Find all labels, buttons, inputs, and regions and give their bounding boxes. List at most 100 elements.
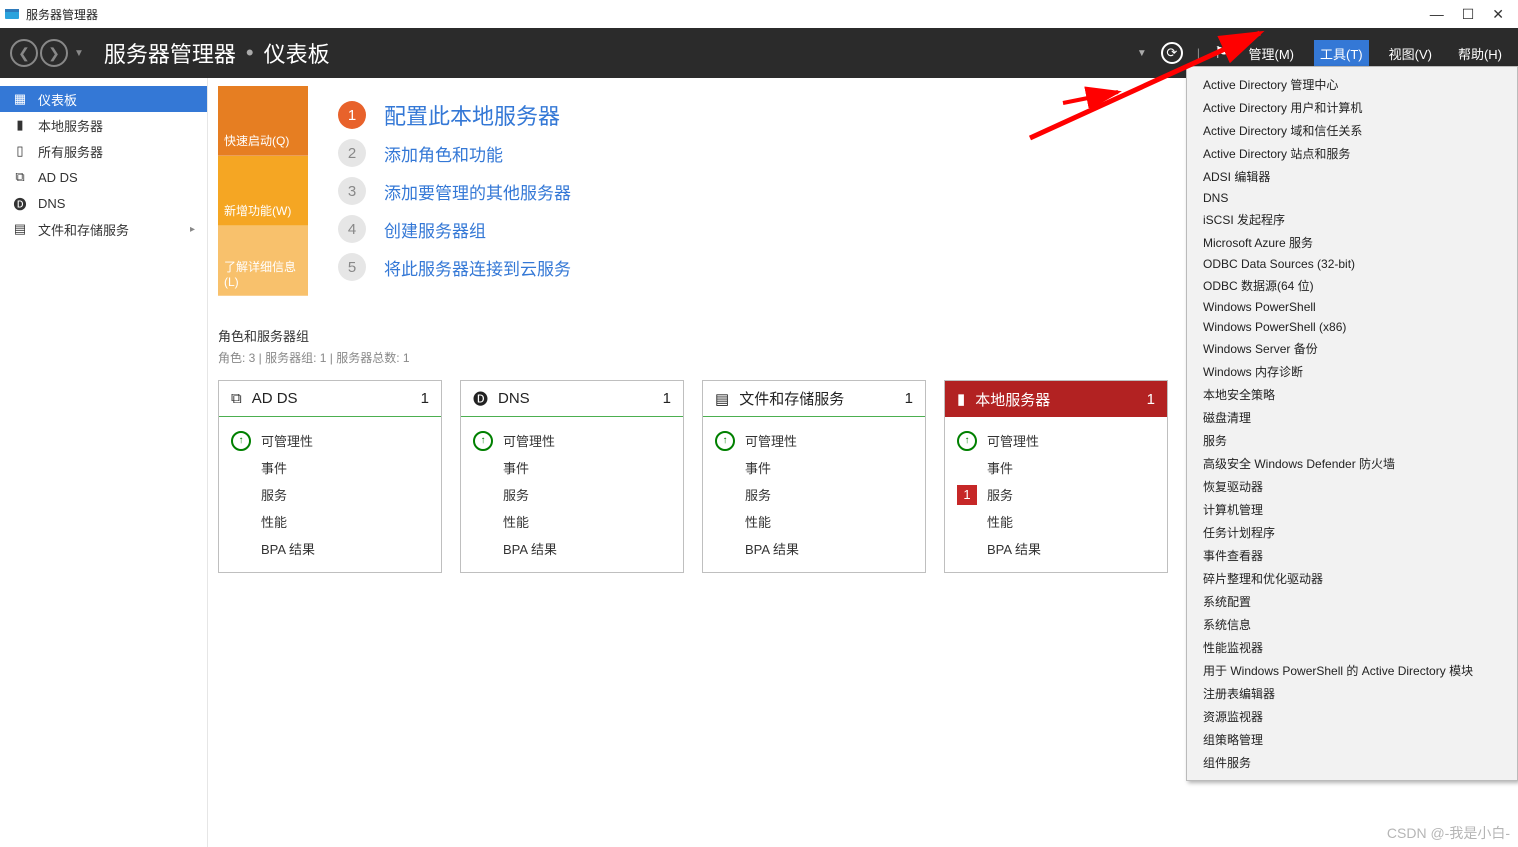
notifications-flag-icon[interactable]: ⚑ bbox=[1214, 43, 1228, 63]
tools-menu-item-2[interactable]: Active Directory 域和信任关系 bbox=[1187, 119, 1517, 142]
tools-menu-item-22[interactable]: 碎片整理和优化驱动器 bbox=[1187, 567, 1517, 590]
sidebar-item-label: AD DS bbox=[38, 170, 78, 185]
tile-count: 1 bbox=[905, 390, 913, 407]
status-ok-icon: ↑ bbox=[473, 431, 493, 451]
tools-menu-item-6[interactable]: iSCSI 发起程序 bbox=[1187, 208, 1517, 231]
role-tile-0[interactable]: ⧉AD DS1 ↑可管理性事件服务性能BPA 结果 bbox=[218, 380, 442, 573]
tools-menu-item-23[interactable]: 系统配置 bbox=[1187, 590, 1517, 613]
tile-row[interactable]: 服务 bbox=[231, 481, 429, 508]
tools-menu-item-15[interactable]: 磁盘清理 bbox=[1187, 406, 1517, 429]
step-label: 添加要管理的其他服务器 bbox=[384, 179, 571, 204]
tools-menu-item-18[interactable]: 恢复驱动器 bbox=[1187, 475, 1517, 498]
menu-tools[interactable]: 工具(T) bbox=[1314, 40, 1369, 67]
tools-menu-item-27[interactable]: 注册表编辑器 bbox=[1187, 682, 1517, 705]
close-button[interactable]: ✕ bbox=[1492, 6, 1504, 23]
tile-row[interactable]: BPA 结果 bbox=[231, 535, 429, 562]
sidebar-item-5[interactable]: ▤文件和存储服务▸ bbox=[0, 216, 207, 242]
tools-menu-item-16[interactable]: 服务 bbox=[1187, 429, 1517, 452]
tools-menu-item-10[interactable]: Windows PowerShell bbox=[1187, 297, 1517, 317]
tile-row[interactable]: ↑可管理性 bbox=[473, 427, 671, 454]
welcome-tab-0[interactable]: 快速启动(Q) bbox=[218, 86, 308, 156]
menu-view[interactable]: 视图(V) bbox=[1383, 40, 1438, 67]
tile-row[interactable]: 事件 bbox=[715, 454, 913, 481]
sidebar-item-0[interactable]: ▦仪表板 bbox=[0, 86, 207, 112]
tools-menu-item-3[interactable]: Active Directory 站点和服务 bbox=[1187, 142, 1517, 165]
tools-menu-item-29[interactable]: 组策略管理 bbox=[1187, 728, 1517, 751]
tools-menu-item-12[interactable]: Windows Server 备份 bbox=[1187, 337, 1517, 360]
tile-row[interactable]: 性能 bbox=[473, 508, 671, 535]
tools-menu-item-4[interactable]: ADSI 编辑器 bbox=[1187, 165, 1517, 188]
tile-row[interactable]: 服务 bbox=[715, 481, 913, 508]
tools-menu-item-1[interactable]: Active Directory 用户和计算机 bbox=[1187, 96, 1517, 119]
tile-row[interactable]: BPA 结果 bbox=[715, 535, 913, 562]
tile-header: ⧉AD DS1 bbox=[219, 381, 441, 417]
minimize-button[interactable]: — bbox=[1430, 6, 1444, 23]
role-tile-2[interactable]: ▤文件和存储服务1↑可管理性事件服务性能BPA 结果 bbox=[702, 380, 926, 573]
status-ok-icon: ↑ bbox=[957, 431, 977, 451]
nav-forward-button[interactable]: ❯ bbox=[40, 39, 68, 67]
step-number: 4 bbox=[338, 215, 366, 243]
welcome-tab-1[interactable]: 新增功能(W) bbox=[218, 156, 308, 226]
tile-row[interactable]: 性能 bbox=[957, 508, 1155, 535]
topbar-dropdown-icon[interactable]: ▼ bbox=[1137, 48, 1147, 59]
sidebar-item-2[interactable]: ▯所有服务器 bbox=[0, 138, 207, 164]
tools-menu-item-24[interactable]: 系统信息 bbox=[1187, 613, 1517, 636]
tile-row[interactable]: 事件 bbox=[957, 454, 1155, 481]
tools-menu-item-14[interactable]: 本地安全策略 bbox=[1187, 383, 1517, 406]
nav-dropdown-icon[interactable]: ▼ bbox=[74, 48, 84, 59]
tools-menu-item-26[interactable]: 用于 Windows PowerShell 的 Active Directory… bbox=[1187, 659, 1517, 682]
tools-menu-item-19[interactable]: 计算机管理 bbox=[1187, 498, 1517, 521]
status-ok-icon: ↑ bbox=[715, 431, 735, 451]
tools-menu-item-30[interactable]: 组件服务 bbox=[1187, 751, 1517, 774]
tools-menu-item-5[interactable]: DNS bbox=[1187, 188, 1517, 208]
tools-menu-item-11[interactable]: Windows PowerShell (x86) bbox=[1187, 317, 1517, 337]
sidebar-item-1[interactable]: ▮本地服务器 bbox=[0, 112, 207, 138]
tile-row-label: 服务 bbox=[261, 485, 287, 504]
watermark: CSDN @-我是小白- bbox=[1387, 823, 1510, 843]
tile-row[interactable]: BPA 结果 bbox=[957, 535, 1155, 562]
maximize-button[interactable]: ☐ bbox=[1462, 6, 1475, 23]
tile-row[interactable]: 1服务 bbox=[957, 481, 1155, 508]
sidebar-icon: 🅓 bbox=[12, 194, 28, 213]
tools-menu-item-0[interactable]: Active Directory 管理中心 bbox=[1187, 73, 1517, 96]
tile-header: 🅓DNS1 bbox=[461, 381, 683, 417]
tools-menu-item-20[interactable]: 任务计划程序 bbox=[1187, 521, 1517, 544]
tools-menu-item-7[interactable]: Microsoft Azure 服务 bbox=[1187, 231, 1517, 254]
menu-manage[interactable]: 管理(M) bbox=[1243, 40, 1301, 67]
tile-row[interactable]: ↑ 可管理性 bbox=[957, 427, 1155, 454]
menu-help[interactable]: 帮助(H) bbox=[1452, 40, 1508, 67]
tools-menu-item-28[interactable]: 资源监视器 bbox=[1187, 705, 1517, 728]
tools-menu-item-17[interactable]: 高级安全 Windows Defender 防火墙 bbox=[1187, 452, 1517, 475]
sidebar-item-3[interactable]: ⧉AD DS bbox=[0, 164, 207, 190]
tile-row-label: BPA 结果 bbox=[503, 539, 557, 558]
tile-row-label: 事件 bbox=[987, 458, 1013, 477]
tile-row[interactable]: ↑可管理性 bbox=[231, 427, 429, 454]
tools-menu-item-8[interactable]: ODBC Data Sources (32-bit) bbox=[1187, 254, 1517, 274]
tile-row-label: 性能 bbox=[987, 512, 1013, 531]
tile-row-label: 事件 bbox=[745, 458, 771, 477]
step-number: 2 bbox=[338, 139, 366, 167]
tile-row[interactable]: 性能 bbox=[231, 508, 429, 535]
tile-row-label: 服务 bbox=[745, 485, 771, 504]
tile-row[interactable]: BPA 结果 bbox=[473, 535, 671, 562]
tile-icon: ▮ bbox=[957, 390, 965, 408]
tile-row[interactable]: 事件 bbox=[473, 454, 671, 481]
role-tile-3[interactable]: ▮本地服务器1↑可管理性事件1服务性能BPA 结果 bbox=[944, 380, 1168, 573]
sidebar-item-label: 文件和存储服务 bbox=[38, 220, 129, 239]
tools-menu-item-13[interactable]: Windows 内存诊断 bbox=[1187, 360, 1517, 383]
tools-menu-item-9[interactable]: ODBC 数据源(64 位) bbox=[1187, 274, 1517, 297]
tools-menu-item-25[interactable]: 性能监视器 bbox=[1187, 636, 1517, 659]
tile-row[interactable]: 事件 bbox=[231, 454, 429, 481]
tile-row[interactable]: ↑可管理性 bbox=[715, 427, 913, 454]
nav-back-button[interactable]: ❮ bbox=[10, 39, 38, 67]
tile-row-label: 可管理性 bbox=[987, 431, 1039, 450]
refresh-icon[interactable]: ⟳ bbox=[1161, 42, 1183, 64]
tools-menu-item-21[interactable]: 事件查看器 bbox=[1187, 544, 1517, 567]
welcome-tab-2[interactable]: 了解详细信息(L) bbox=[218, 226, 308, 296]
tile-row-label: BPA 结果 bbox=[987, 539, 1041, 558]
role-tile-1[interactable]: 🅓DNS1 ↑可管理性事件服务性能 BPA 结果 bbox=[460, 380, 684, 573]
tile-row[interactable]: 服务 bbox=[473, 481, 671, 508]
tile-row[interactable]: 性能 bbox=[715, 508, 913, 535]
sidebar-item-4[interactable]: 🅓DNS bbox=[0, 190, 207, 216]
step-number: 3 bbox=[338, 177, 366, 205]
